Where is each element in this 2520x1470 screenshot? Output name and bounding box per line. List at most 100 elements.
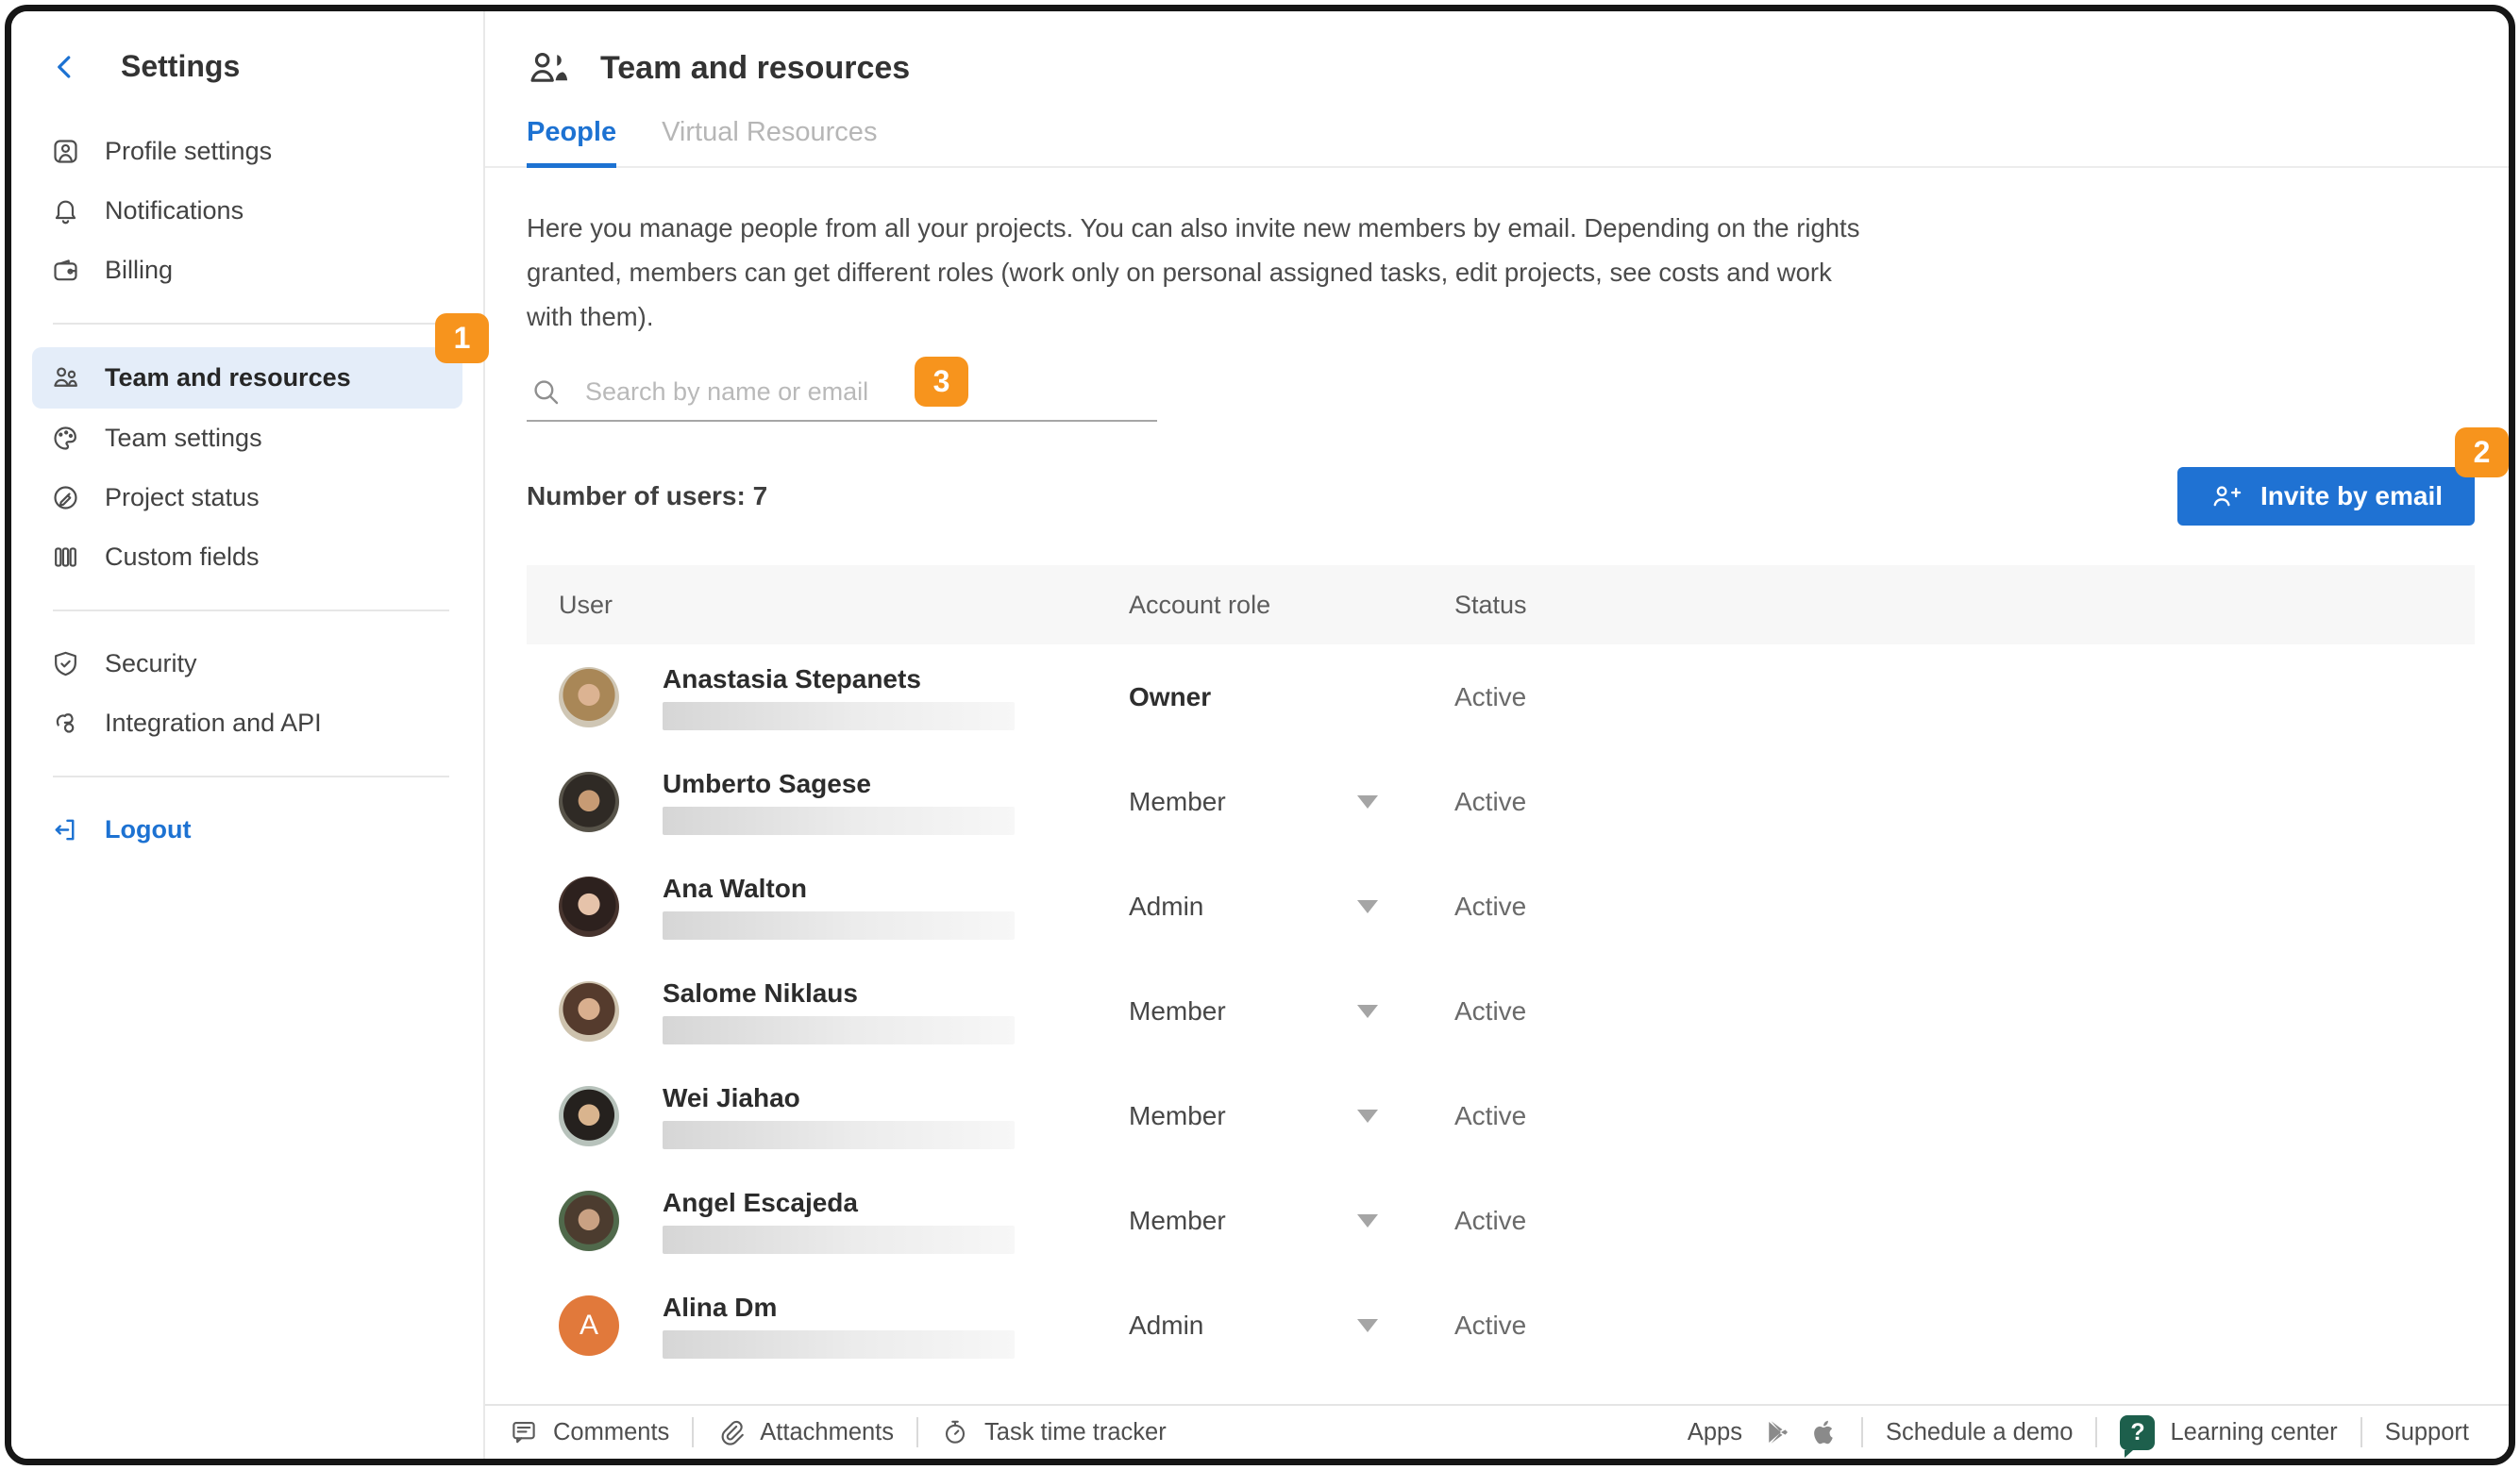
avatar (559, 667, 619, 727)
sidebar-item-project-status[interactable]: Project status (32, 468, 462, 527)
column-header-status: Status (1454, 591, 2475, 620)
users-toolbar: Number of users: 7 Invite by email 2 (527, 467, 2475, 526)
schedule-demo-label: Schedule a demo (1886, 1419, 2073, 1446)
redacted-email (663, 911, 1015, 940)
user-cell: Salome Niklaus (559, 978, 1129, 1044)
support-label: Support (2385, 1419, 2469, 1446)
user-name: Angel Escajeda (663, 1188, 1015, 1218)
invite-by-email-button[interactable]: Invite by email 2 (2177, 467, 2475, 526)
redacted-email (663, 1226, 1015, 1254)
annotation-badge-1: 1 (435, 313, 489, 363)
table-row: Anastasia Stepanets Owner Active (527, 644, 2475, 749)
task-time-tracker-label: Task time tracker (984, 1419, 1167, 1446)
logout-icon (51, 815, 80, 844)
sidebar-item-custom-fields[interactable]: Custom fields (32, 527, 462, 587)
avatar (559, 981, 619, 1042)
tab-virtual-resources[interactable]: Virtual Resources (662, 117, 877, 166)
sidebar-item-integration-and-api[interactable]: Integration and API (32, 693, 462, 753)
google-play-icon[interactable] (1763, 1418, 1791, 1446)
back-icon[interactable] (51, 51, 79, 83)
role-dropdown[interactable]: Member (1129, 787, 1454, 817)
user-name: Umberto Sagese (663, 769, 1015, 799)
support-button[interactable]: Support (2385, 1419, 2469, 1446)
avatar (559, 877, 619, 937)
sidebar-item-label: Team and resources (105, 363, 351, 393)
role-dropdown[interactable]: Member (1129, 1101, 1454, 1131)
caret-down-icon[interactable] (1357, 1005, 1378, 1018)
footer-divider (2360, 1417, 2362, 1447)
role-dropdown[interactable]: Member (1129, 1206, 1454, 1236)
role-dropdown[interactable]: Admin (1129, 892, 1454, 922)
caret-down-icon[interactable] (1357, 1214, 1378, 1228)
sidebar-item-notifications[interactable]: Notifications (32, 181, 462, 241)
comments-icon (510, 1418, 538, 1446)
sidebar-item-label: Security (105, 649, 197, 678)
caret-down-icon[interactable] (1357, 795, 1378, 809)
sidebar-item-label: Integration and API (105, 709, 322, 738)
column-header-user: User (559, 591, 1129, 620)
learning-center-label: Learning center (2170, 1419, 2337, 1446)
redacted-email (663, 1330, 1015, 1359)
caret-down-icon[interactable] (1357, 900, 1378, 913)
footer-divider (916, 1417, 918, 1447)
main-header: Team and resources (485, 11, 2509, 89)
caret-down-icon[interactable] (1357, 1110, 1378, 1123)
sidebar-item-label: Billing (105, 256, 173, 285)
team-icon (51, 363, 80, 393)
table-row: A Alina Dm Admin Active (527, 1273, 2475, 1378)
role-value: Member (1129, 996, 1226, 1026)
user-name: Ana Walton (663, 874, 1015, 904)
sidebar-title: Settings (121, 49, 240, 84)
people-tab-content: Here you manage people from all your pro… (485, 168, 2509, 1404)
user-cell: Wei Jiahao (559, 1083, 1129, 1149)
user-cell: A Alina Dm (559, 1293, 1129, 1359)
attachments-button[interactable]: Attachments (716, 1418, 894, 1446)
table-row: Angel Escajeda Member Active (527, 1168, 2475, 1273)
sidebar-item-profile-settings[interactable]: Profile settings (32, 122, 462, 181)
invite-button-label: Invite by email (2260, 481, 2443, 511)
tab-people[interactable]: People (527, 117, 616, 168)
table-row: Ana Walton Admin Active (527, 854, 2475, 959)
users-table: User Account role Status Anastasia Stepa… (527, 565, 2475, 1378)
sidebar-divider (53, 610, 449, 611)
sidebar-item-security[interactable]: Security (32, 634, 462, 693)
role-value: Member (1129, 1206, 1226, 1235)
role-dropdown[interactable]: Member (1129, 996, 1454, 1027)
schedule-demo-button[interactable]: Schedule a demo (1886, 1419, 2073, 1446)
sidebar-item-team-and-resources[interactable]: Team and resources 1 (32, 347, 462, 409)
redacted-email (663, 1016, 1015, 1044)
settings-sidebar: Settings Profile settings Notifications … (11, 11, 485, 1459)
bell-icon (51, 196, 80, 226)
search-input[interactable] (585, 377, 1155, 407)
sidebar-item-label: Project status (105, 483, 260, 512)
caret-down-icon[interactable] (1357, 1319, 1378, 1332)
user-cell: Ana Walton (559, 874, 1129, 940)
redacted-email (663, 807, 1015, 835)
role-value: Admin (1129, 1311, 1203, 1340)
search-field[interactable] (527, 369, 1157, 422)
redacted-email (663, 1121, 1015, 1149)
table-row: Wei Jiahao Member Active (527, 1063, 2475, 1168)
sidebar-nav: Profile settings Notifications Billing T… (11, 122, 483, 860)
status-value: Active (1454, 1101, 2475, 1131)
attachments-label: Attachments (760, 1419, 894, 1446)
table-row: Umberto Sagese Member Active (527, 749, 2475, 854)
logout-button[interactable]: Logout (32, 800, 462, 860)
status-value: Active (1454, 996, 2475, 1027)
sidebar-item-team-settings[interactable]: Team settings (32, 409, 462, 468)
apple-icon[interactable] (1810, 1418, 1839, 1446)
comments-button[interactable]: Comments (510, 1418, 669, 1446)
role-value: Member (1129, 1101, 1226, 1130)
team-and-resources-icon (527, 47, 572, 89)
page-title: Team and resources (600, 50, 910, 87)
stopwatch-icon (941, 1418, 969, 1446)
paperclip-icon (716, 1418, 745, 1446)
role-dropdown[interactable]: Admin (1129, 1311, 1454, 1341)
role-value: Member (1129, 787, 1226, 816)
avatar (559, 772, 619, 832)
task-time-tracker-button[interactable]: Task time tracker (941, 1418, 1167, 1446)
profile-icon (51, 137, 80, 166)
learning-center-button[interactable]: ? Learning center (2120, 1415, 2337, 1450)
logout-label: Logout (105, 815, 191, 844)
sidebar-item-billing[interactable]: Billing (32, 241, 462, 300)
